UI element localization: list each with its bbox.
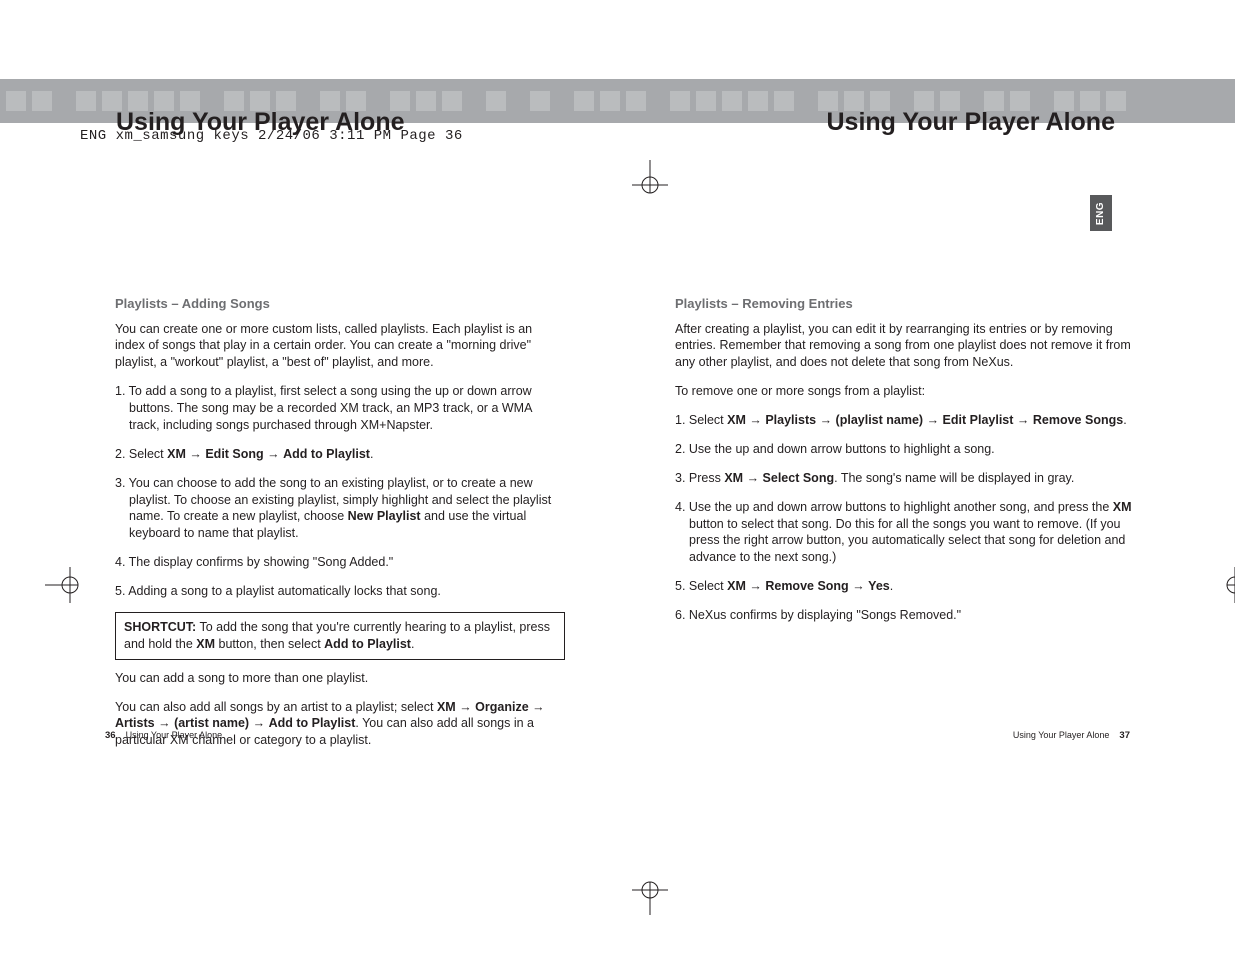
crop-mark-right xyxy=(1210,560,1235,610)
right-subhead: Playlists – Removing Entries xyxy=(675,295,1145,313)
left-step-1: 1. To add a song to a playlist, first se… xyxy=(115,383,565,434)
right-step-5: 5. Select XM → Remove Song → Yes. xyxy=(675,578,1145,595)
page-number-right: 37 xyxy=(1119,730,1130,741)
right-step-4: 4. Use the up and down arrow buttons to … xyxy=(675,499,1145,567)
right-column: Playlists – Removing Entries After creat… xyxy=(675,295,1145,636)
page-number-left: 36 xyxy=(105,730,116,741)
left-step-4: 4. The display confirms by showing "Song… xyxy=(115,554,565,571)
left-intro: You can create one or more custom lists,… xyxy=(115,321,565,372)
right-step-1: 1. Select XM → Playlists → (playlist nam… xyxy=(675,412,1145,429)
right-intro: After creating a playlist, you can edit … xyxy=(675,321,1145,372)
left-after-2: You can also add all songs by an artist … xyxy=(115,699,565,750)
crop-mark-left xyxy=(45,560,95,610)
left-step-2: 2. Select XM → Edit Song → Add to Playli… xyxy=(115,446,565,463)
left-step-5: 5. Adding a song to a playlist automatic… xyxy=(115,583,565,600)
page-spread: ENG xm_samsung keys 2/24/06 3:11 PM Page… xyxy=(55,120,1180,820)
left-step-3: 3. You can choose to add the song to an … xyxy=(115,475,565,543)
right-step-2: 2. Use the up and down arrow buttons to … xyxy=(675,441,1145,458)
footer-right-text: Using Your Player Alone xyxy=(1013,730,1110,740)
language-tab: ENG xyxy=(1090,195,1112,231)
footer-left: 36 Using Your Player Alone xyxy=(105,730,222,741)
footer-right: Using Your Player Alone 37 xyxy=(1013,730,1130,741)
crop-mark-top xyxy=(625,160,675,210)
right-step-3: 3. Press XM → Select Song. The song's na… xyxy=(675,470,1145,487)
left-subhead: Playlists – Adding Songs xyxy=(115,295,565,313)
crop-mark-bottom xyxy=(625,865,675,915)
right-lead: To remove one or more songs from a playl… xyxy=(675,383,1145,400)
right-step-6: 6. NeXus confirms by displaying "Songs R… xyxy=(675,607,1145,624)
left-column: Playlists – Adding Songs You can create … xyxy=(115,295,565,761)
footer-left-text: Using Your Player Alone xyxy=(126,730,223,740)
print-meta-line: ENG xm_samsung keys 2/24/06 3:11 PM Page… xyxy=(80,128,463,144)
left-after-1: You can add a song to more than one play… xyxy=(115,670,565,687)
shortcut-box: SHORTCUT: To add the song that you're cu… xyxy=(115,612,565,660)
